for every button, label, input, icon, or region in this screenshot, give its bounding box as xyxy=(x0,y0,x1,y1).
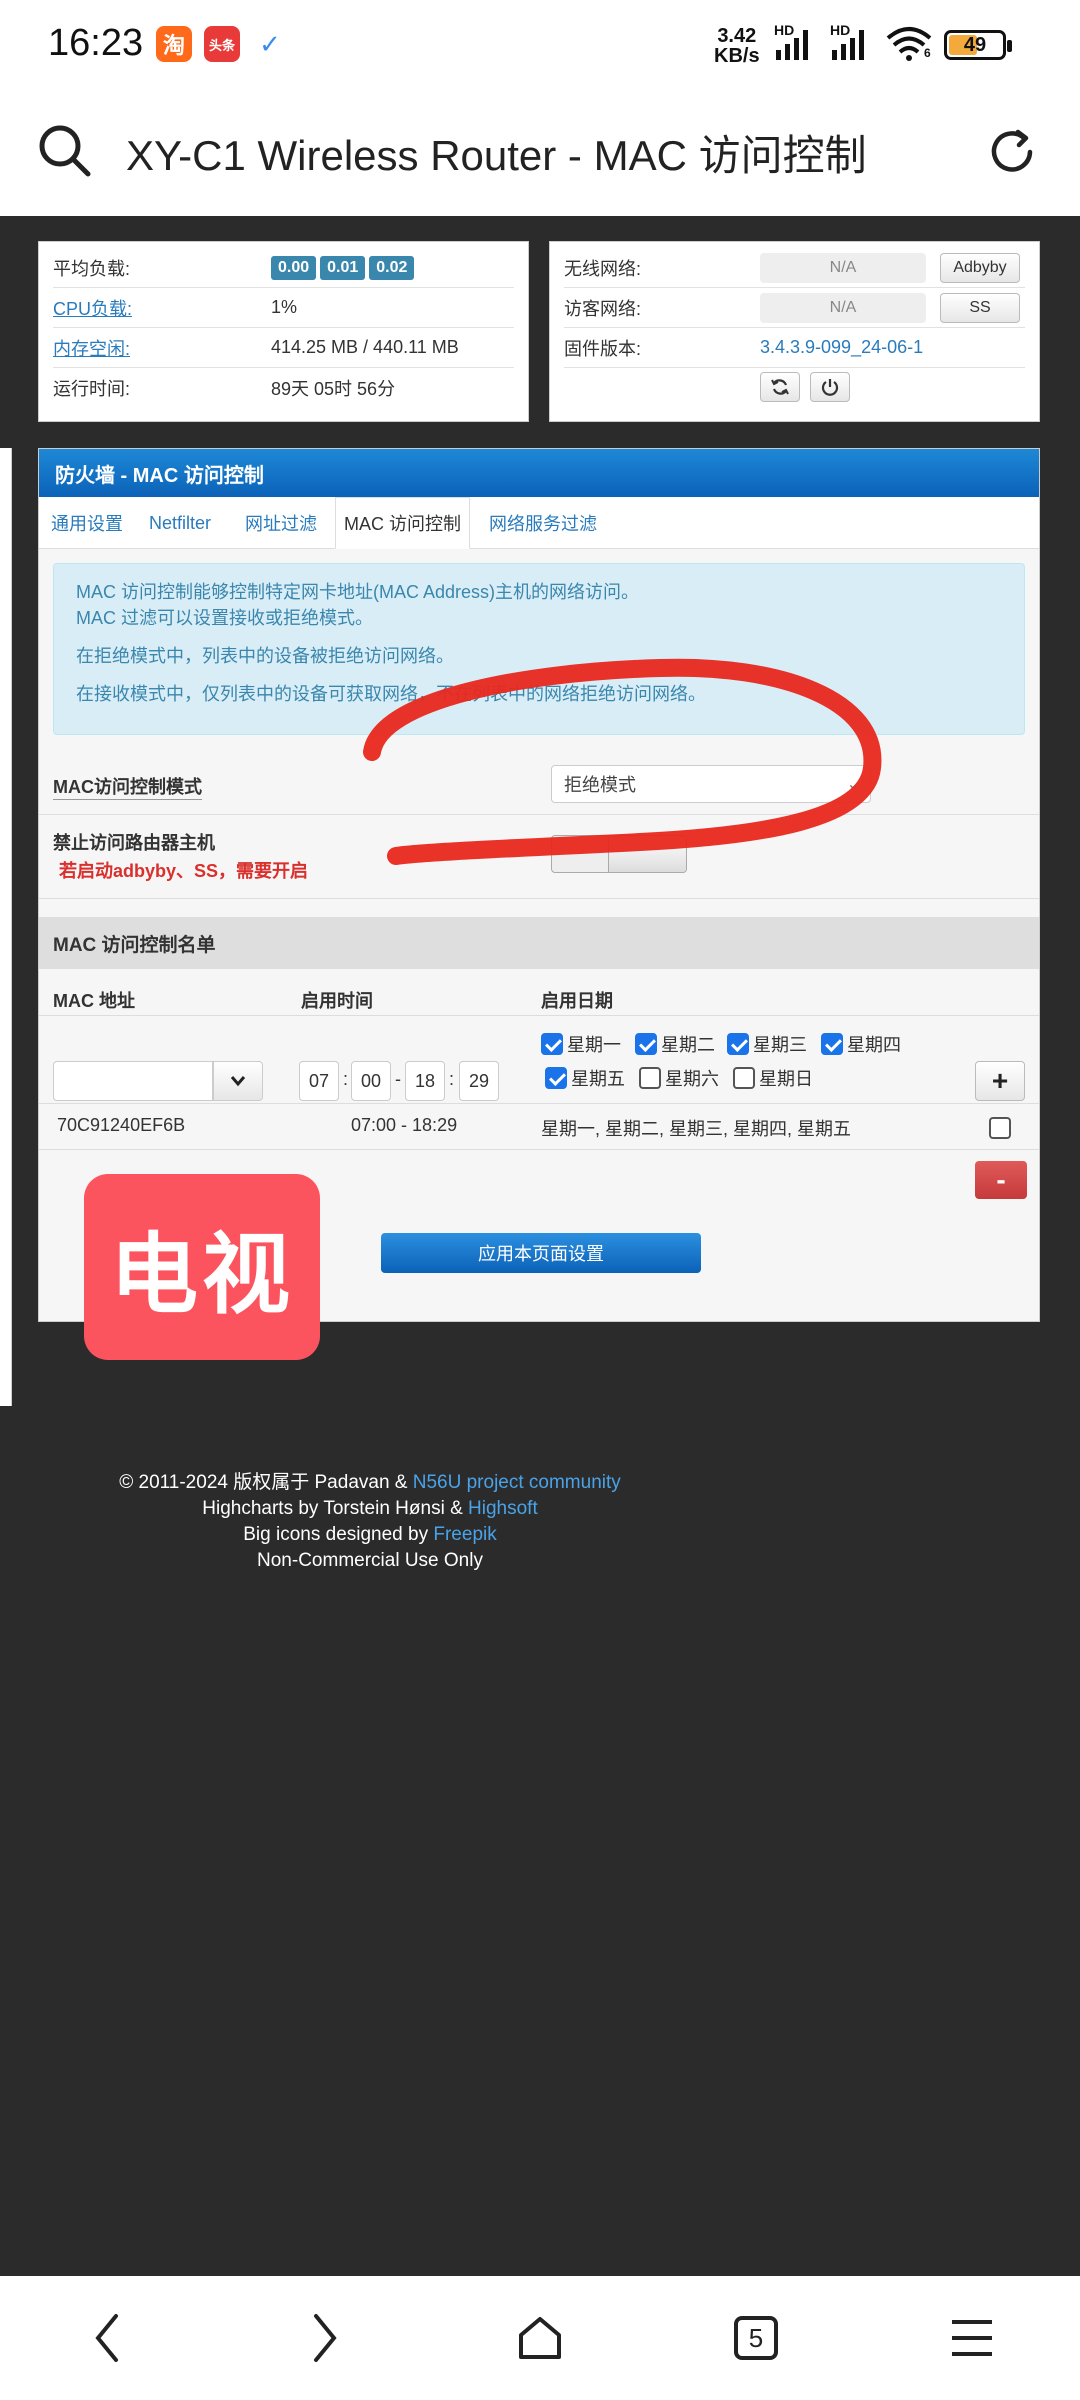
start-hour-input[interactable]: 07 xyxy=(299,1061,339,1101)
freepik-link[interactable]: Freepik xyxy=(433,1524,496,1545)
firmware-link[interactable]: 3.4.3.9-099_24-06-1 xyxy=(760,337,923,358)
load-badges: 0.00 0.01 0.02 xyxy=(271,255,418,280)
tab-service-filter[interactable]: 网络服务过滤 xyxy=(489,497,597,549)
forward-arrow-icon xyxy=(314,2314,337,2362)
mac-dropdown-button[interactable] xyxy=(213,1061,263,1101)
end-minute-input[interactable]: 29 xyxy=(459,1061,499,1101)
divider xyxy=(39,1149,1039,1150)
col-mac: MAC 地址 xyxy=(53,991,135,1011)
day-checkbox[interactable]: 星期五 xyxy=(545,1065,625,1091)
adbyby-button[interactable]: Adbyby xyxy=(940,252,1020,283)
tab-mac-filter[interactable]: MAC 访问控制 xyxy=(335,497,470,549)
battery-icon: 49 xyxy=(944,30,1012,60)
forward-button[interactable] xyxy=(292,2306,356,2370)
hamburger-menu-icon xyxy=(952,2320,992,2356)
back-button[interactable] xyxy=(76,2306,140,2370)
day-checkbox[interactable]: 星期四 xyxy=(821,1031,901,1057)
page-footer: © 2011-2024 版权属于 Padavan & N56U project … xyxy=(119,1472,621,1571)
day-checkbox[interactable]: 星期二 xyxy=(635,1031,715,1057)
col-date: 启用日期 xyxy=(541,991,613,1011)
load-badge: 0.00 xyxy=(271,255,317,280)
wifi-version: 6 xyxy=(924,46,931,60)
firmware-row: 固件版本: 3.4.3.9-099_24-06-1 xyxy=(564,328,1025,368)
tab-general[interactable]: 通用设置 xyxy=(51,497,123,549)
list-title: MAC 访问控制名单 xyxy=(39,917,1039,969)
day-checkbox[interactable]: 星期日 xyxy=(733,1065,813,1091)
mode-select[interactable]: 拒绝模式 ⌄ xyxy=(551,765,871,803)
start-minute-input[interactable]: 00 xyxy=(351,1061,391,1101)
chevron-down-icon xyxy=(230,1076,246,1087)
col-time: 启用时间 xyxy=(301,991,373,1011)
tabs-button[interactable]: 5 xyxy=(724,2306,788,2370)
browser-toolbar: XY-C1 Wireless Router - MAC 访问控制 xyxy=(0,92,1080,216)
toutiao-app-icon: 头条 xyxy=(204,26,240,62)
entry-days: 星期一, 星期二, 星期三, 星期四, 星期五 xyxy=(541,1119,852,1139)
load-row: 平均负载: 0.00 0.01 0.02 xyxy=(53,248,514,288)
network-status-panel: 无线网络: N/A Adbyby 访客网络: N/A SS 固件版本: 3.4.… xyxy=(549,241,1040,422)
home-icon xyxy=(519,2317,561,2359)
delete-entry-button[interactable]: - xyxy=(975,1161,1027,1199)
tab-url-filter[interactable]: 网址过滤 xyxy=(245,497,317,549)
entry-mac: 70C91240EF6B xyxy=(57,1115,186,1135)
apply-button[interactable]: 应用本页面设置 xyxy=(381,1233,701,1273)
refresh-icon xyxy=(771,379,789,395)
status-time: 16:23 xyxy=(48,22,144,64)
day-checkbox[interactable]: 星期六 xyxy=(639,1065,719,1091)
page-title[interactable]: XY-C1 Wireless Router - MAC 访问控制 xyxy=(126,122,867,183)
chevron-down-icon: ⌄ xyxy=(846,776,860,793)
load-badge: 0.01 xyxy=(320,255,366,280)
check-app-icon: ✓ xyxy=(259,28,281,59)
info-notice: MAC 访问控制能够控制特定网卡地址(MAC Address)主机的网络访问。 … xyxy=(53,563,1025,735)
reload-icon[interactable] xyxy=(986,126,1038,178)
day-checkbox[interactable]: 星期一 xyxy=(541,1031,621,1057)
mode-row: MAC访问控制模式 拒绝模式 ⌄ xyxy=(39,753,1039,815)
entry-select-checkbox[interactable] xyxy=(989,1117,1011,1139)
entry-time: 07:00 - 18:29 xyxy=(351,1115,458,1135)
end-hour-input[interactable]: 18 xyxy=(405,1061,445,1101)
tv-sticker: 电视 xyxy=(84,1174,320,1360)
day-checkbox[interactable]: 星期三 xyxy=(727,1031,807,1057)
load-badge: 0.02 xyxy=(369,255,415,280)
cpu-row: CPU负载: 1% xyxy=(53,288,514,328)
system-status-panel: 平均负载: 0.00 0.01 0.02 CPU负载: 1% 内存空闲: 414.2… xyxy=(38,241,529,422)
net-speed: 3.42 KB/s xyxy=(714,25,760,67)
tab-netfilter[interactable]: Netfilter xyxy=(149,497,211,549)
guest-row: 访客网络: N/A SS xyxy=(564,288,1025,328)
highsoft-link[interactable]: Highsoft xyxy=(468,1498,538,1519)
tab-count: 5 xyxy=(734,2316,778,2360)
signal-icon-2 xyxy=(832,28,872,60)
ss-button[interactable]: SS xyxy=(940,292,1020,323)
memory-link[interactable]: 内存空闲: xyxy=(53,335,130,361)
block-router-row: 禁止访问路由器主机 若启动adbyby、SS，需要开启 xyxy=(39,815,1039,899)
tab-bar: 通用设置 Netfilter 网址过滤 MAC 访问控制 网络服务过滤 xyxy=(39,497,1039,549)
power-button[interactable] xyxy=(810,372,850,402)
n56u-link[interactable]: N56U project community xyxy=(413,1472,621,1493)
status-bar: 16:23 淘 头条 ✓ 3.42 KB/s HD HD 6 49 xyxy=(0,0,1080,92)
home-button[interactable] xyxy=(508,2306,572,2370)
signal-icon-1 xyxy=(776,28,816,60)
cpu-link[interactable]: CPU负载: xyxy=(53,295,132,321)
uptime-row: 运行时间: 89天 05时 56分 xyxy=(53,379,396,399)
divider xyxy=(39,1103,1039,1104)
menu-button[interactable] xyxy=(940,2306,1004,2370)
mode-label: MAC访问控制模式 xyxy=(53,773,202,800)
block-router-label: 禁止访问路由器主机 xyxy=(53,833,215,853)
refresh-button[interactable] xyxy=(760,372,800,402)
action-row xyxy=(564,368,1025,408)
add-entry-button[interactable]: + xyxy=(975,1061,1025,1101)
divider xyxy=(39,1015,1039,1016)
browser-nav-bar: 5 xyxy=(0,2276,1080,2400)
taobao-app-icon: 淘 xyxy=(156,26,192,62)
memory-row: 内存空闲: 414.25 MB / 440.11 MB xyxy=(53,328,514,368)
search-icon[interactable] xyxy=(36,122,92,178)
back-arrow-icon xyxy=(95,2314,118,2362)
mac-address-input[interactable] xyxy=(53,1061,213,1101)
power-icon xyxy=(821,379,839,396)
block-router-toggle[interactable] xyxy=(551,835,687,873)
panel-header: 防火墙 - MAC 访问控制 xyxy=(39,449,1039,497)
wireless-row: 无线网络: N/A Adbyby xyxy=(564,248,1025,288)
side-menu-edge xyxy=(0,448,12,1406)
block-router-warning: 若启动adbyby、SS，需要开启 xyxy=(59,861,309,881)
